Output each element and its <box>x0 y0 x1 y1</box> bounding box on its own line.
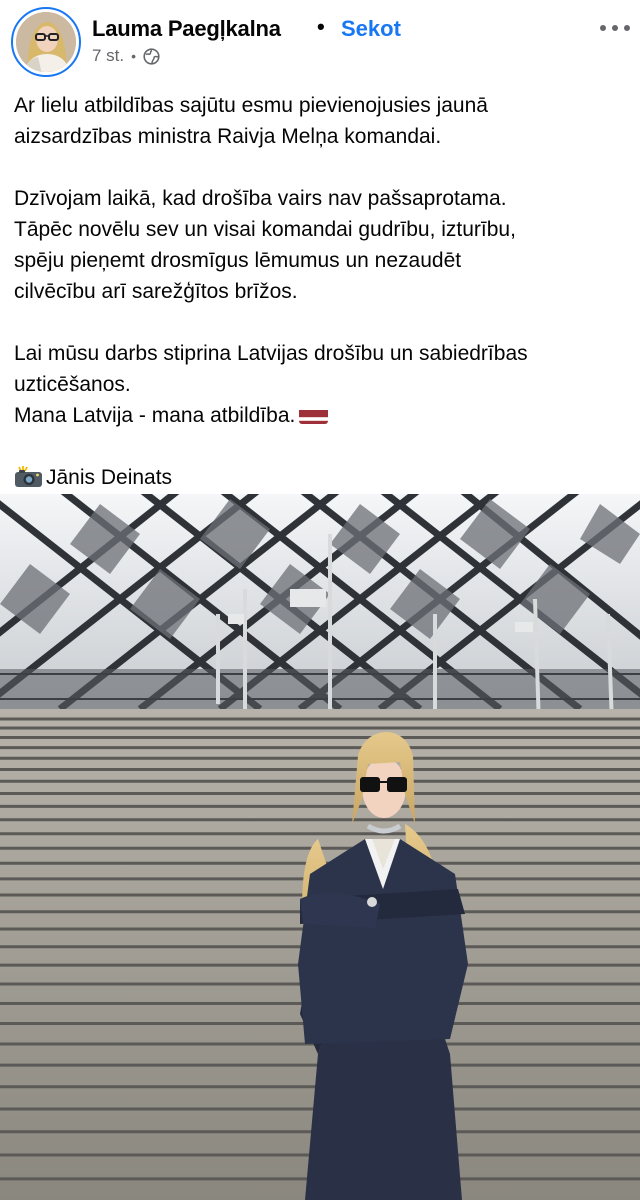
globe-icon[interactable] <box>143 47 160 65</box>
more-options-icon[interactable] <box>600 18 630 38</box>
more-dot <box>600 25 606 31</box>
meta-separator: • <box>131 48 137 64</box>
post-line: Lai mūsu darbs stiprina Latvijas drošību… <box>14 342 528 365</box>
photo-credit-name[interactable]: Jānis Deinats <box>46 466 172 489</box>
post-photo[interactable] <box>0 494 640 1200</box>
post-line: cilvēcību arī sarežģītos brīžos. <box>14 280 298 303</box>
avatar-image <box>16 12 76 72</box>
photo-credit-line: Jānis Deinats <box>14 462 626 493</box>
post-header: Lauma Paegļkalna • Sekot 7 st. • <box>0 0 640 84</box>
post-line: uzticēšanos. <box>14 373 131 396</box>
author-name[interactable]: Lauma Paegļkalna <box>92 16 281 42</box>
post-line: Dzīvojam laikā, kad drošība vairs nav pa… <box>14 187 507 210</box>
post-line: Mana Latvija - mana atbildība. <box>14 404 296 427</box>
more-dot <box>612 25 618 31</box>
more-dot <box>624 25 630 31</box>
photo-image <box>0 494 640 1200</box>
post-time[interactable]: 7 st. <box>92 46 124 66</box>
camera-flash-icon <box>14 466 44 488</box>
latvia-flag-icon <box>299 406 329 424</box>
post-line: Tāpēc novēlu sev un visai komandai gudrī… <box>14 218 516 241</box>
post-line: spēju pieņemt drosmīgus lēmumus un nezau… <box>14 249 462 272</box>
post-body: Ar lielu atbildības sajūtu esmu pievieno… <box>14 90 626 493</box>
post-meta: 7 st. • <box>92 46 160 66</box>
post-line: Ar lielu atbildības sajūtu esmu pievieno… <box>14 94 488 117</box>
follow-button[interactable]: Sekot <box>341 16 401 42</box>
author-avatar[interactable] <box>11 7 81 77</box>
post-line: aizsardzības ministra Raivja Melņa koman… <box>14 125 442 148</box>
header-separator: • <box>317 14 325 39</box>
post-line-with-flag: Mana Latvija - mana atbildība. <box>14 400 626 431</box>
